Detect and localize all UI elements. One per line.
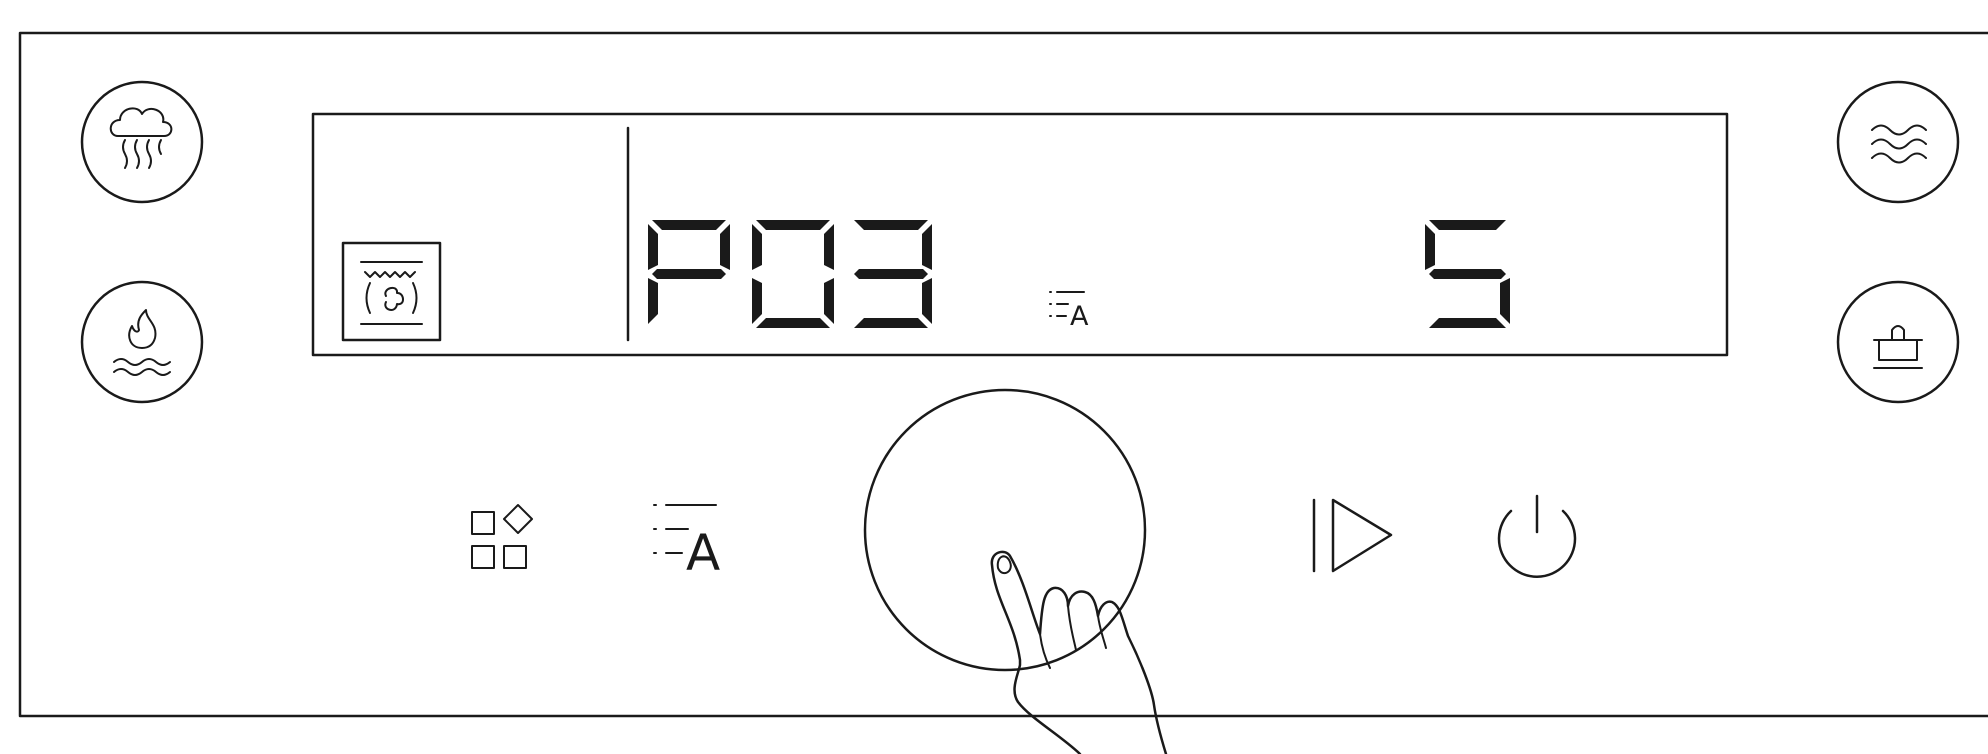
microwave-waves-icon — [1871, 124, 1927, 164]
level-digit-5 — [1425, 220, 1510, 328]
auto-indicator-letter: A — [1070, 301, 1089, 332]
program-digit-3 — [854, 220, 932, 328]
panel-outline — [18, 31, 1988, 718]
segment-e — [648, 278, 658, 324]
segment-f — [648, 224, 658, 270]
segment-b — [824, 224, 834, 270]
microwave-waves-button[interactable] — [1836, 80, 1960, 204]
program-digit-0 — [752, 220, 834, 328]
power-button[interactable] — [1480, 485, 1580, 585]
segment-e — [752, 278, 762, 324]
rotary-dial[interactable] — [863, 388, 1147, 672]
segment-d — [756, 318, 830, 328]
segment-b — [922, 224, 932, 270]
segment-c — [824, 278, 834, 324]
segment-g — [1429, 269, 1506, 279]
start-button[interactable] — [1300, 490, 1410, 580]
segment-c — [922, 278, 932, 324]
auto-program-letter: A — [686, 524, 720, 582]
lcd-display: A — [311, 112, 1729, 357]
segment-d — [1429, 318, 1506, 328]
flame-water-icon — [113, 309, 171, 376]
pot-icon — [1873, 325, 1923, 369]
segment-c — [1500, 278, 1510, 324]
finger-tap-icon — [990, 550, 1168, 754]
fan-oven-icon — [341, 241, 442, 342]
oven-control-panel: A A — [18, 31, 1988, 754]
segment-a — [652, 220, 726, 230]
programs-button[interactable] — [452, 478, 582, 588]
segment-g — [652, 269, 726, 279]
program-code — [648, 220, 932, 328]
display-frame — [311, 112, 1729, 357]
steam-button[interactable] — [80, 80, 204, 204]
steam-icon — [109, 107, 173, 169]
auto-program-button[interactable]: A — [640, 480, 750, 590]
segment-f — [1425, 224, 1435, 270]
segment-a — [854, 220, 928, 230]
auto-indicator: A — [1049, 291, 1089, 332]
pot-button[interactable] — [1836, 280, 1960, 404]
segment-a — [756, 220, 830, 230]
flame-water-button[interactable] — [80, 280, 204, 404]
segment-b — [720, 224, 730, 270]
segment-a — [1429, 220, 1506, 230]
program-digit-P — [648, 220, 730, 324]
level-value — [1425, 220, 1510, 328]
segment-f — [752, 224, 762, 270]
segment-g — [854, 269, 928, 279]
segment-d — [854, 318, 928, 328]
